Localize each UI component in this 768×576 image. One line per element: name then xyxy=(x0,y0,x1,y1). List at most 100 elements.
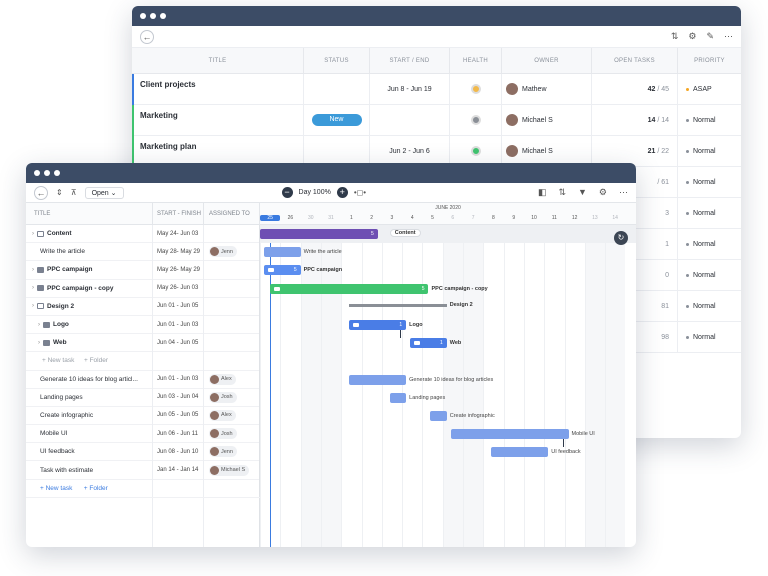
title-cell[interactable]: + New task + Folder xyxy=(26,351,153,370)
window-dot[interactable] xyxy=(34,170,40,176)
task-title[interactable]: Mobile UI xyxy=(32,430,67,437)
task-row[interactable]: › Content May 24- Jun 03 xyxy=(26,224,260,244)
task-row[interactable]: › Web Jun 04 - Jun 05 xyxy=(26,333,260,353)
owner-cell[interactable]: Michael S xyxy=(502,135,592,167)
date-cell[interactable]: Jun 04 - Jun 05 xyxy=(153,333,204,352)
gantt-bar[interactable] xyxy=(430,411,447,421)
date-cell[interactable]: May 26- Jun 03 xyxy=(153,279,204,298)
task-title[interactable]: Generate 10 ideas for blog articl... xyxy=(32,376,138,383)
title-cell[interactable]: Landing pages xyxy=(26,388,153,407)
new-folder-link[interactable]: + Folder xyxy=(84,357,108,364)
task-title[interactable]: Task with estimate xyxy=(32,467,93,474)
panel-toggle-icon[interactable]: ◧ xyxy=(538,187,547,198)
task-title[interactable]: Create infographic xyxy=(32,412,93,419)
status-cell[interactable] xyxy=(304,135,370,167)
title-cell[interactable]: › PPC campaign xyxy=(26,260,153,280)
date-cell[interactable]: Jun 03 - Jun 04 xyxy=(153,388,204,407)
column-header-dates[interactable]: START - FINISH xyxy=(153,202,204,225)
assignee-cell[interactable]: Alex xyxy=(204,406,260,425)
back-arrow-icon[interactable]: ← xyxy=(140,29,154,44)
title-cell[interactable]: UI feedback xyxy=(26,442,153,461)
date-cell[interactable]: Jun 06 - Jun 11 xyxy=(153,424,204,443)
gantt-bar[interactable]: 5 xyxy=(264,265,301,276)
column-header-owner[interactable]: OWNER xyxy=(502,47,592,74)
sort-icon[interactable]: ⇅ xyxy=(558,187,566,198)
task-row[interactable]: Write the article May 28- May 29 Jenn xyxy=(26,242,260,262)
priority-cell[interactable]: Normal xyxy=(678,198,741,229)
task-title[interactable]: Logo xyxy=(53,321,69,328)
gear-icon[interactable]: ⚙ xyxy=(599,187,607,198)
owner-cell[interactable]: Michael S xyxy=(502,104,592,136)
title-cell[interactable]: Create infographic xyxy=(26,406,153,425)
priority-cell[interactable]: ASAP xyxy=(678,74,741,105)
assignee-cell[interactable]: Michael S xyxy=(204,460,260,480)
gear-icon[interactable]: ⚙ xyxy=(688,31,696,42)
assignee-cell[interactable]: Jenn xyxy=(204,242,260,261)
title-cell[interactable]: › Logo xyxy=(26,315,153,334)
priority-cell[interactable]: Normal xyxy=(678,291,741,322)
task-row[interactable]: › PPC campaign May 26- May 29 xyxy=(26,260,260,280)
priority-cell[interactable]: Normal xyxy=(678,167,741,198)
task-title[interactable]: Content xyxy=(47,230,72,237)
window-dot[interactable] xyxy=(140,13,146,19)
filter-icon[interactable]: ▼ xyxy=(578,187,587,198)
column-header-title[interactable]: TITLE xyxy=(132,47,304,74)
title-cell[interactable]: Task with estimate xyxy=(26,460,153,480)
collapse-icon[interactable]: ⇕ xyxy=(56,188,63,197)
assignee-chip[interactable]: Jenn xyxy=(209,446,237,458)
open-dropdown[interactable]: Open ⌄ xyxy=(84,186,124,199)
date-cell[interactable] xyxy=(153,351,204,370)
assignee-cell[interactable]: Josh xyxy=(204,424,260,443)
date-cell[interactable]: Jun 01 - Jun 03 xyxy=(153,370,204,389)
gantt-bar[interactable]: 5 xyxy=(270,283,429,294)
date-cell[interactable]: May 24- Jun 03 xyxy=(153,224,204,243)
edit-icon[interactable]: ✎ xyxy=(706,31,714,42)
assignee-cell[interactable] xyxy=(204,315,260,334)
sort-icon[interactable]: ⇅ xyxy=(671,31,679,42)
task-row[interactable]: Create infographic Jun 05 - Jun 05 Alex xyxy=(26,406,260,426)
title-cell[interactable]: Mobile UI xyxy=(26,424,153,443)
column-header-priority[interactable]: PRIORITY xyxy=(678,48,741,74)
gantt-bar[interactable]: 1 xyxy=(410,338,447,349)
window-dot[interactable] xyxy=(54,170,60,176)
zoom-out-button[interactable]: − xyxy=(281,187,293,198)
task-title[interactable]: PPC campaign - copy xyxy=(47,285,113,292)
task-row[interactable]: UI feedback Jun 08 - Jun 10 Jenn xyxy=(26,442,260,462)
title-cell[interactable]: › Web xyxy=(26,333,153,352)
priority-cell[interactable]: Normal xyxy=(678,260,741,291)
title-cell[interactable]: › Design 2 xyxy=(26,297,153,316)
task-title[interactable]: Web xyxy=(53,339,67,346)
task-title[interactable]: Landing pages xyxy=(32,394,83,401)
title-cell[interactable]: Write the article xyxy=(26,242,153,261)
date-cell[interactable]: Jun 01 - Jun 05 xyxy=(153,297,204,316)
more-icon[interactable]: ⋯ xyxy=(724,31,733,42)
assignee-chip[interactable]: Michael S xyxy=(209,464,250,476)
gantt-bar[interactable] xyxy=(389,392,407,403)
window-dot[interactable] xyxy=(150,13,156,19)
title-cell[interactable]: Generate 10 ideas for blog articl... xyxy=(26,370,153,389)
back-arrow-icon[interactable]: ← xyxy=(34,185,48,200)
chevron-right-icon[interactable]: › xyxy=(32,231,34,237)
task-title[interactable]: Write the article xyxy=(32,248,85,255)
task-row[interactable]: Task with estimate Jan 14 - Jan 14 Micha… xyxy=(26,460,260,480)
priority-cell[interactable]: Normal xyxy=(678,322,741,353)
assignee-cell[interactable] xyxy=(204,224,260,243)
status-cell[interactable] xyxy=(304,73,370,105)
gantt-bar[interactable]: 5 xyxy=(260,229,378,239)
status-cell[interactable]: New xyxy=(304,104,370,136)
assignee-chip[interactable]: Jenn xyxy=(209,246,237,258)
chevron-right-icon[interactable]: › xyxy=(32,322,40,328)
column-header-assigned[interactable]: ASSIGNED TO xyxy=(204,202,260,225)
gantt-bar[interactable]: 1 xyxy=(349,320,407,330)
assignee-chip[interactable]: Josh xyxy=(209,391,237,403)
priority-cell[interactable]: Normal xyxy=(678,136,741,167)
assignee-chip[interactable]: Alex xyxy=(209,373,236,385)
task-title[interactable]: UI feedback xyxy=(32,448,75,455)
assignee-cell[interactable]: Alex xyxy=(204,370,260,389)
task-title[interactable]: Design 2 xyxy=(47,303,74,310)
gantt-bar[interactable] xyxy=(450,429,569,440)
date-cell[interactable]: Jun 08 - Jun 10 xyxy=(153,442,204,461)
task-row[interactable]: + New task + Folder xyxy=(26,351,260,371)
assignee-cell[interactable] xyxy=(204,297,260,316)
column-header-health[interactable]: HEALTH xyxy=(450,47,502,74)
